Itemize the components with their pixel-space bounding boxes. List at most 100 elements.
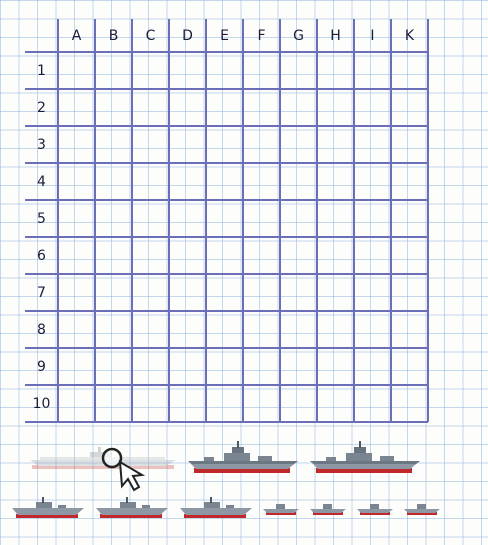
grid-cell-B1[interactable]	[97, 54, 132, 89]
grid-cell-G4[interactable]	[282, 165, 317, 200]
grid-cell-H8[interactable]	[319, 313, 354, 348]
grid-cell-E5[interactable]	[208, 202, 243, 237]
grid-cell-E8[interactable]	[208, 313, 243, 348]
grid-cell-F2[interactable]	[245, 91, 280, 126]
grid-cell-E6[interactable]	[208, 239, 243, 274]
grid-cell-I1[interactable]	[356, 54, 391, 89]
grid-cell-E4[interactable]	[208, 165, 243, 200]
grid-cell-K8[interactable]	[393, 313, 428, 348]
grid-cell-B6[interactable]	[97, 239, 132, 274]
grid-cell-A7[interactable]	[60, 276, 95, 311]
grid-cell-E9[interactable]	[208, 350, 243, 385]
grid-cell-C5[interactable]	[134, 202, 169, 237]
ship-destroyer-2-2[interactable]	[96, 496, 168, 522]
grid-cell-C9[interactable]	[134, 350, 169, 385]
grid-cell-K1[interactable]	[393, 54, 428, 89]
grid-cell-B10[interactable]	[97, 387, 132, 422]
grid-cell-I3[interactable]	[356, 128, 391, 163]
grid-cell-I5[interactable]	[356, 202, 391, 237]
grid-cell-E3[interactable]	[208, 128, 243, 163]
ship-boat-1-1[interactable]	[263, 501, 299, 517]
grid-cell-D1[interactable]	[171, 54, 206, 89]
grid-cell-C2[interactable]	[134, 91, 169, 126]
grid-cell-E7[interactable]	[208, 276, 243, 311]
grid-cell-C1[interactable]	[134, 54, 169, 89]
grid-cell-G8[interactable]	[282, 313, 317, 348]
grid-cell-I4[interactable]	[356, 165, 391, 200]
grid-cell-C10[interactable]	[134, 387, 169, 422]
grid-cell-G9[interactable]	[282, 350, 317, 385]
grid-cell-I8[interactable]	[356, 313, 391, 348]
grid-cell-H3[interactable]	[319, 128, 354, 163]
grid-cell-H1[interactable]	[319, 54, 354, 89]
grid-cell-G10[interactable]	[282, 387, 317, 422]
grid-cell-I6[interactable]	[356, 239, 391, 274]
grid-cell-G3[interactable]	[282, 128, 317, 163]
grid-cell-B2[interactable]	[97, 91, 132, 126]
grid-cell-D7[interactable]	[171, 276, 206, 311]
ship-boat-1-4[interactable]	[404, 501, 440, 517]
grid-cell-A5[interactable]	[60, 202, 95, 237]
grid-cell-B5[interactable]	[97, 202, 132, 237]
grid-cell-A8[interactable]	[60, 313, 95, 348]
grid-cell-K6[interactable]	[393, 239, 428, 274]
grid-cell-K4[interactable]	[393, 165, 428, 200]
grid-cell-D2[interactable]	[171, 91, 206, 126]
grid-cell-D9[interactable]	[171, 350, 206, 385]
grid-cell-G6[interactable]	[282, 239, 317, 274]
grid-cell-K2[interactable]	[393, 91, 428, 126]
grid-cell-D5[interactable]	[171, 202, 206, 237]
grid-cell-I7[interactable]	[356, 276, 391, 311]
grid-cell-I10[interactable]	[356, 387, 391, 422]
grid-cell-K7[interactable]	[393, 276, 428, 311]
grid-cell-K3[interactable]	[393, 128, 428, 163]
grid-cell-A3[interactable]	[60, 128, 95, 163]
grid-cell-B9[interactable]	[97, 350, 132, 385]
grid-cell-E2[interactable]	[208, 91, 243, 126]
grid-cell-F10[interactable]	[245, 387, 280, 422]
grid-cell-H9[interactable]	[319, 350, 354, 385]
grid-cell-G2[interactable]	[282, 91, 317, 126]
grid-cell-G7[interactable]	[282, 276, 317, 311]
grid-cell-B3[interactable]	[97, 128, 132, 163]
grid-cell-F1[interactable]	[245, 54, 280, 89]
grid-cell-A2[interactable]	[60, 91, 95, 126]
grid-cell-K10[interactable]	[393, 387, 428, 422]
grid-cell-A4[interactable]	[60, 165, 95, 200]
grid-cell-D4[interactable]	[171, 165, 206, 200]
ship-destroyer-2-1[interactable]	[12, 496, 84, 522]
grid-cell-I2[interactable]	[356, 91, 391, 126]
grid-cell-F3[interactable]	[245, 128, 280, 163]
grid-cell-E1[interactable]	[208, 54, 243, 89]
grid-cell-B8[interactable]	[97, 313, 132, 348]
ship-boat-1-2[interactable]	[310, 501, 346, 517]
grid-cell-A6[interactable]	[60, 239, 95, 274]
grid-cell-D3[interactable]	[171, 128, 206, 163]
grid-cell-D6[interactable]	[171, 239, 206, 274]
grid-cell-H6[interactable]	[319, 239, 354, 274]
grid-cell-F8[interactable]	[245, 313, 280, 348]
ship-destroyer-2-3[interactable]	[180, 496, 252, 522]
grid-cell-K9[interactable]	[393, 350, 428, 385]
grid-cell-B7[interactable]	[97, 276, 132, 311]
ship-boat-1-3[interactable]	[357, 501, 393, 517]
grid-cell-G5[interactable]	[282, 202, 317, 237]
grid-cell-F4[interactable]	[245, 165, 280, 200]
grid-cell-C6[interactable]	[134, 239, 169, 274]
grid-cell-F5[interactable]	[245, 202, 280, 237]
grid-cell-C3[interactable]	[134, 128, 169, 163]
ship-cruiser-3-1[interactable]	[188, 441, 298, 477]
grid-cell-C8[interactable]	[134, 313, 169, 348]
grid-cell-A10[interactable]	[60, 387, 95, 422]
grid-cell-D8[interactable]	[171, 313, 206, 348]
grid-cell-G1[interactable]	[282, 54, 317, 89]
ship-cruiser-3-2[interactable]	[310, 441, 420, 477]
grid-cell-F9[interactable]	[245, 350, 280, 385]
grid-cell-H7[interactable]	[319, 276, 354, 311]
grid-cell-B4[interactable]	[97, 165, 132, 200]
grid-cell-D10[interactable]	[171, 387, 206, 422]
grid-cell-C7[interactable]	[134, 276, 169, 311]
grid-cell-H4[interactable]	[319, 165, 354, 200]
grid-cell-F6[interactable]	[245, 239, 280, 274]
grid-cell-K5[interactable]	[393, 202, 428, 237]
